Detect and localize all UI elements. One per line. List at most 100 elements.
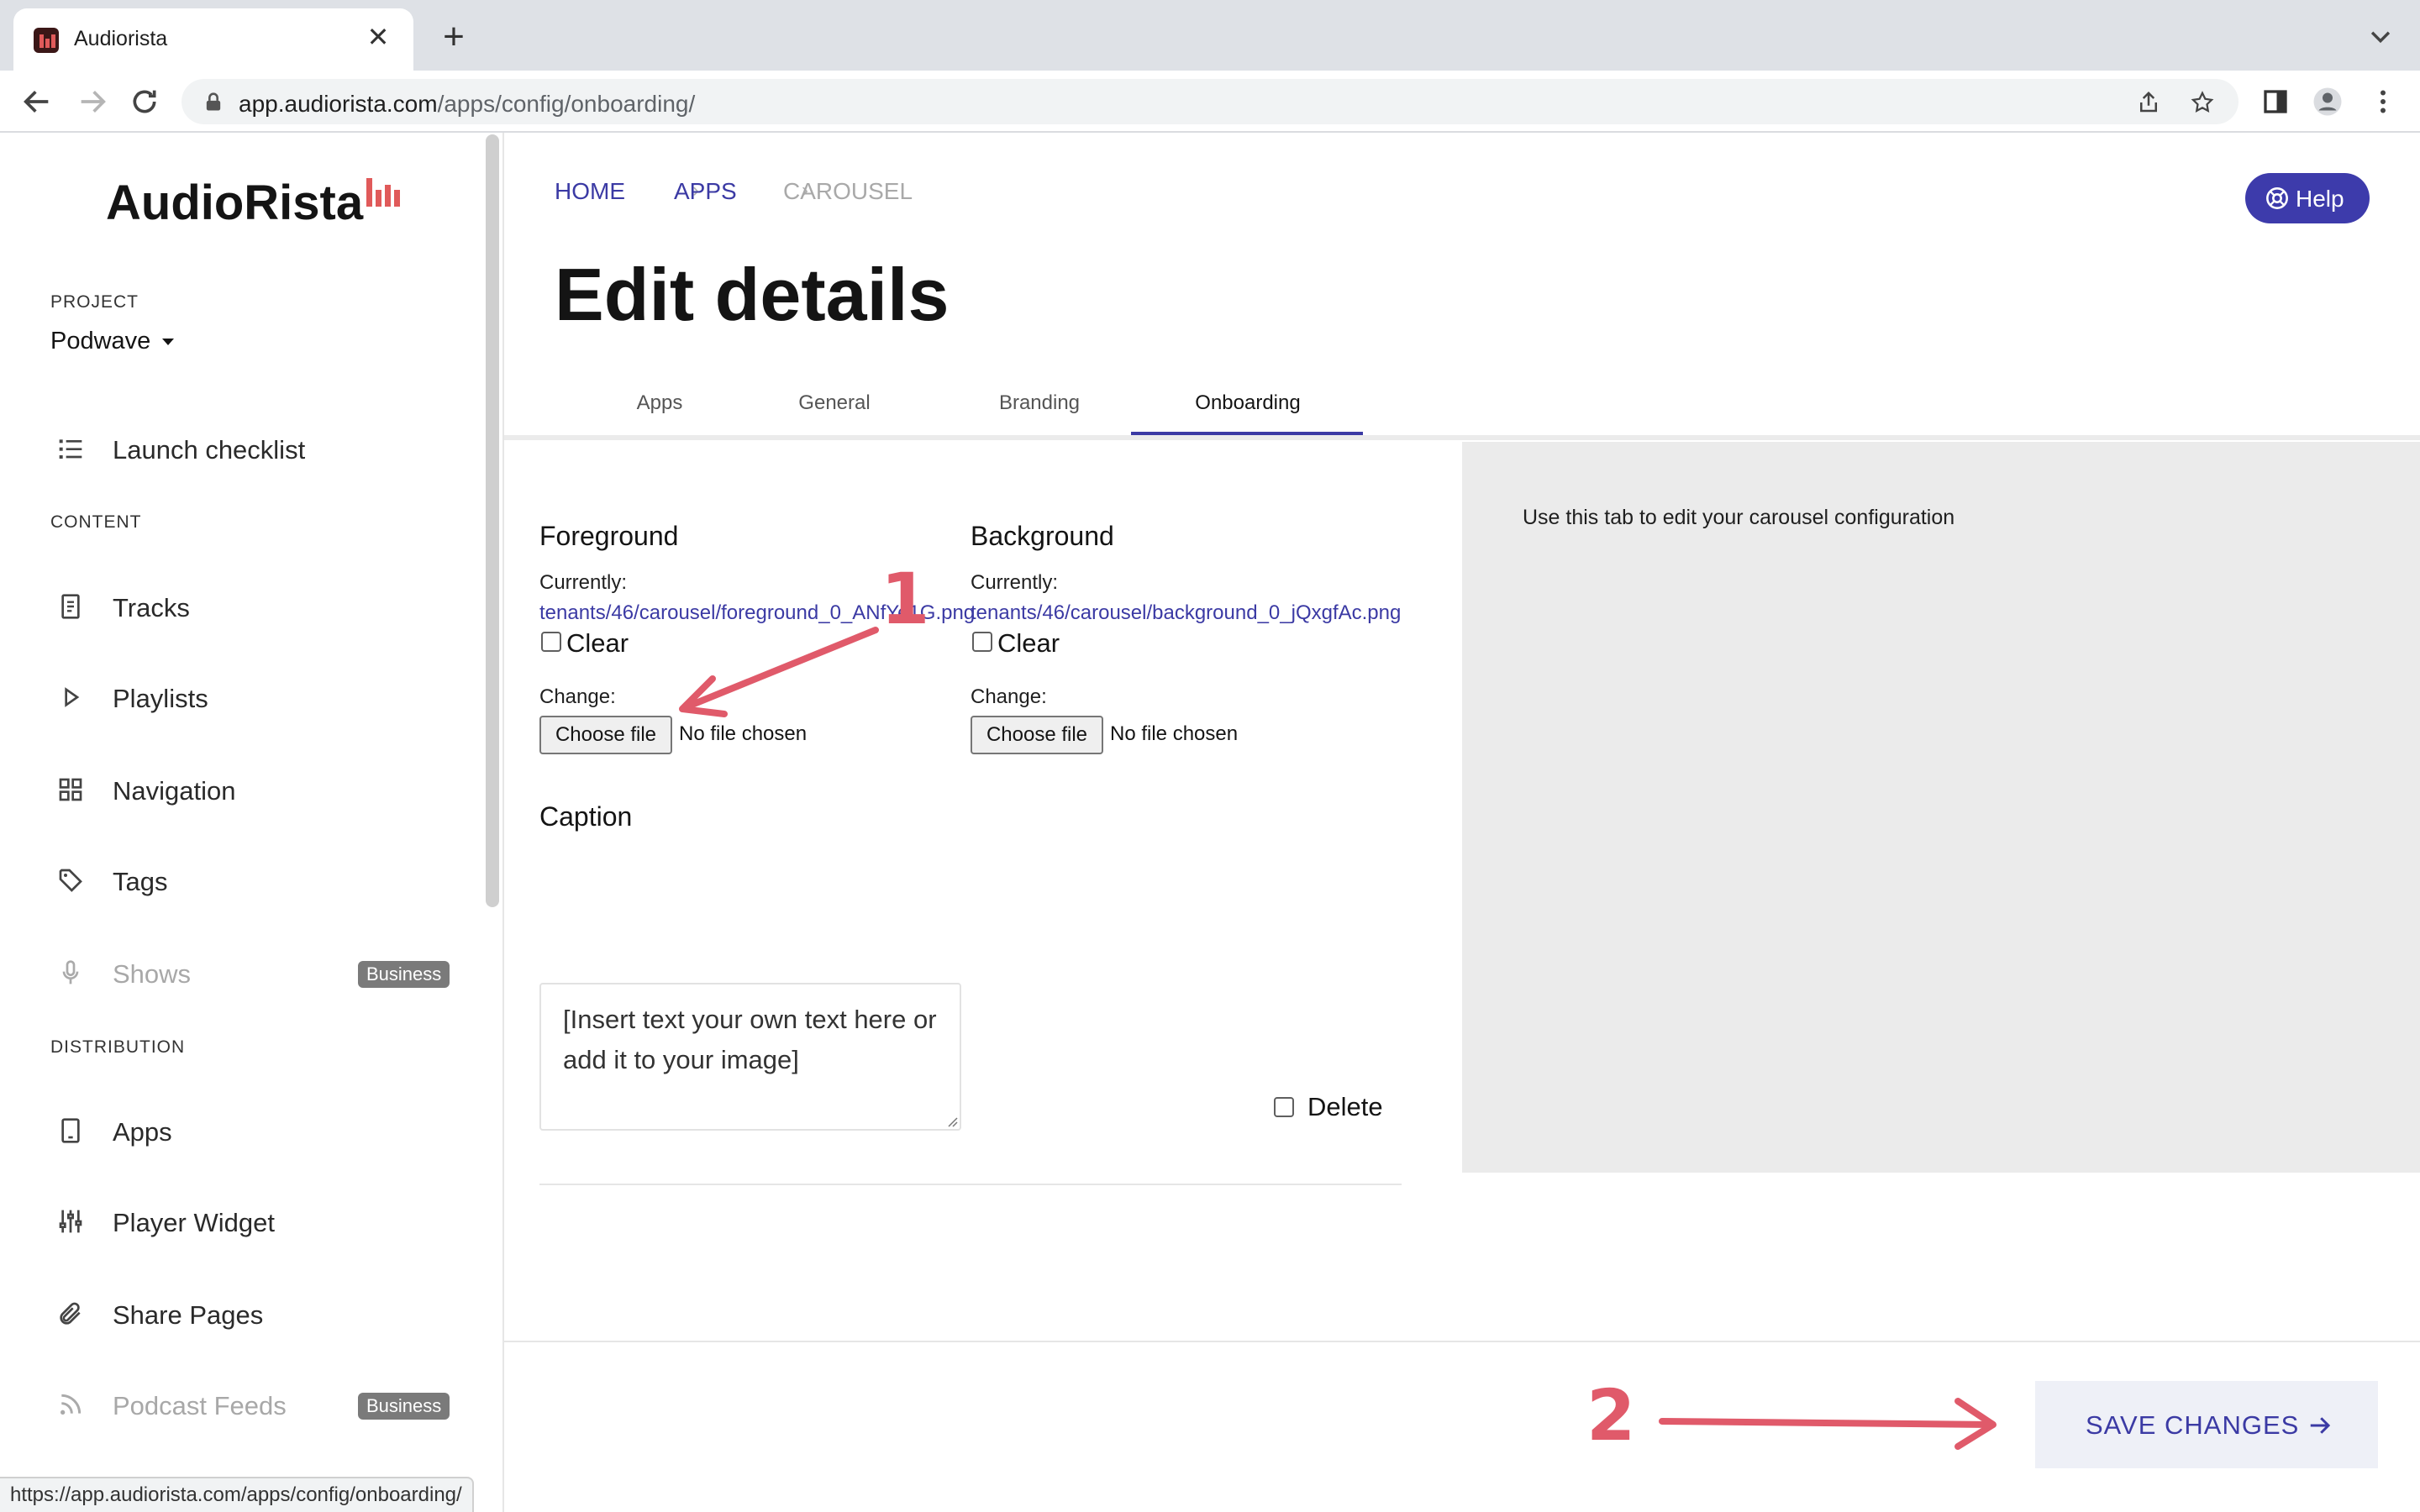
delete-label: Delete	[1307, 1092, 1383, 1121]
sidebar-item-label: Playlists	[113, 684, 208, 713]
new-tab-icon[interactable]: +	[437, 18, 471, 55]
background-no-file-text: No file chosen	[1110, 722, 1239, 745]
grid-icon	[59, 778, 82, 801]
forward-arrow-icon[interactable]	[76, 85, 109, 118]
bookmark-star-icon[interactable]	[2190, 90, 2215, 115]
breadcrumb-home-link[interactable]: HOME	[555, 178, 625, 205]
browser-tab[interactable]: Audiorista ✕	[13, 8, 413, 71]
annotation-step-1: 1	[881, 558, 930, 640]
breadcrumb-apps-link[interactable]: APPS	[674, 178, 737, 205]
arrow-right-icon	[2310, 1417, 2331, 1434]
active-tab-indicator	[1131, 432, 1363, 435]
project-label: PROJECT	[50, 292, 139, 312]
profile-avatar-icon[interactable]	[2312, 87, 2343, 117]
sliders-icon	[59, 1210, 82, 1233]
tag-icon	[59, 869, 82, 892]
form-divider	[539, 1184, 1402, 1185]
content-section-label: CONTENT	[50, 512, 142, 532]
browser-tabstrip: Audiorista ✕ +	[0, 0, 2420, 71]
foreground-clear-label: Clear	[566, 628, 629, 658]
distribution-section-label: DISTRIBUTION	[50, 1037, 186, 1057]
kebab-menu-icon[interactable]	[2368, 87, 2398, 117]
sidebar-item-label: Tracks	[113, 593, 190, 622]
rss-icon	[60, 1394, 82, 1415]
sidebar-item-label: Player Widget	[113, 1208, 275, 1237]
sidebar-item-tags[interactable]: Tags	[50, 855, 454, 906]
tab-search-chevron-icon[interactable]	[2366, 22, 2395, 50]
sidebar-item-label: Apps	[113, 1117, 172, 1147]
sidebar-item-label: Shows	[113, 959, 192, 989]
sidebar-scrollbar[interactable]	[486, 134, 499, 907]
main-content: HOME › APPS › CAROUSEL Help Edit details…	[504, 133, 2420, 1512]
microphone-icon	[62, 960, 79, 984]
caption-textarea[interactable]: [Insert text your own text here or add i…	[539, 983, 961, 1131]
background-currently-label: Currently:	[971, 571, 1059, 594]
annotation-step-2: 2	[1586, 1374, 1636, 1457]
background-clear-checkbox[interactable]	[972, 632, 992, 652]
page-title: Edit details	[555, 253, 950, 336]
business-badge: Business	[358, 1393, 450, 1420]
background-change-label: Change:	[971, 685, 1047, 708]
business-badge: Business	[358, 961, 450, 988]
sidebar-item-launch-checklist[interactable]: Launch checklist	[50, 423, 454, 474]
browser-tab-title: Audiorista	[74, 27, 168, 50]
sidebar-item-share-pages[interactable]: Share Pages	[50, 1289, 454, 1339]
foreground-choose-file-button[interactable]: Choose file	[539, 716, 672, 754]
audiorista-logo[interactable]: AudioRista	[106, 175, 363, 231]
logo-bars-icon	[366, 178, 400, 207]
caret-down-icon	[162, 339, 175, 346]
sidebar-item-label: Navigation	[113, 776, 236, 806]
background-file-link[interactable]: tenants/46/carousel/background_0_jQxgfAc…	[971, 601, 1401, 625]
sidebar: AudioRista PROJECT Podwave Launch checkl…	[0, 133, 504, 1512]
url-text: app.audiorista.com/apps/config/onboardin…	[239, 91, 696, 117]
help-button[interactable]: Help	[2245, 173, 2370, 223]
foreground-change-label: Change:	[539, 685, 616, 708]
foreground-title: Foreground	[539, 521, 679, 551]
document-icon	[61, 594, 80, 619]
sidebar-item-label: Share Pages	[113, 1300, 264, 1330]
sidebar-item-label: Tags	[113, 867, 168, 896]
background-title: Background	[971, 521, 1114, 551]
resize-grip-icon[interactable]	[946, 1116, 958, 1127]
info-text: Use this tab to edit your carousel confi…	[1523, 506, 1955, 529]
sidebar-item-player-widget[interactable]: Player Widget	[50, 1196, 454, 1247]
browser-toolbar: app.audiorista.com/apps/config/onboardin…	[0, 71, 2420, 133]
reload-icon[interactable]	[128, 85, 161, 118]
browser-status-bar: https://app.audiorista.com/apps/config/o…	[0, 1477, 474, 1512]
foreground-clear-checkbox[interactable]	[541, 632, 561, 652]
sidebar-item-tracks[interactable]: Tracks	[50, 581, 454, 632]
sidebar-item-label: Podcast Feeds	[113, 1391, 287, 1420]
form-footer: SAVE CHANGES	[504, 1341, 2420, 1512]
lifebuoy-icon	[2266, 187, 2288, 209]
close-tab-icon[interactable]: ✕	[363, 22, 393, 52]
tab-branding[interactable]: Branding	[968, 376, 1111, 437]
address-bar[interactable]: app.audiorista.com/apps/config/onboardin…	[182, 79, 2238, 124]
audiorista-favicon-icon	[34, 28, 59, 53]
lock-icon[interactable]	[202, 90, 225, 113]
tab-general[interactable]: General	[771, 376, 897, 437]
delete-checkbox[interactable]	[1274, 1097, 1294, 1117]
save-changes-button[interactable]: SAVE CHANGES	[2035, 1381, 2378, 1468]
tab-onboarding[interactable]: Onboarding	[1143, 376, 1353, 437]
play-icon	[65, 687, 80, 707]
caption-title: Caption	[539, 801, 633, 832]
foreground-no-file-text: No file chosen	[679, 722, 808, 745]
sidebar-item-playlists[interactable]: Playlists	[50, 672, 454, 722]
sidebar-item-label: Launch checklist	[113, 435, 306, 465]
side-panel-icon[interactable]	[2260, 87, 2291, 117]
project-selector[interactable]: Podwave	[50, 328, 175, 355]
sidebar-item-navigation[interactable]: Navigation	[50, 764, 454, 815]
background-choose-file-button[interactable]: Choose file	[971, 716, 1103, 754]
onboarding-form: Foreground Currently: tenants/46/carouse…	[504, 442, 1462, 1336]
share-icon[interactable]	[2136, 90, 2161, 115]
sidebar-item-shows[interactable]: Shows Business	[50, 948, 454, 998]
paperclip-icon	[60, 1302, 81, 1325]
sidebar-item-podcast-feeds[interactable]: Podcast Feeds Business	[50, 1379, 454, 1430]
breadcrumb-current: CAROUSEL	[783, 178, 913, 204]
foreground-currently-label: Currently:	[539, 571, 628, 594]
back-arrow-icon[interactable]	[20, 85, 54, 118]
tab-bar: Apps General Branding Onboarding	[504, 376, 2420, 440]
tab-apps[interactable]: Apps	[597, 376, 723, 437]
sidebar-item-apps[interactable]: Apps	[50, 1105, 454, 1156]
background-clear-label: Clear	[997, 628, 1060, 658]
